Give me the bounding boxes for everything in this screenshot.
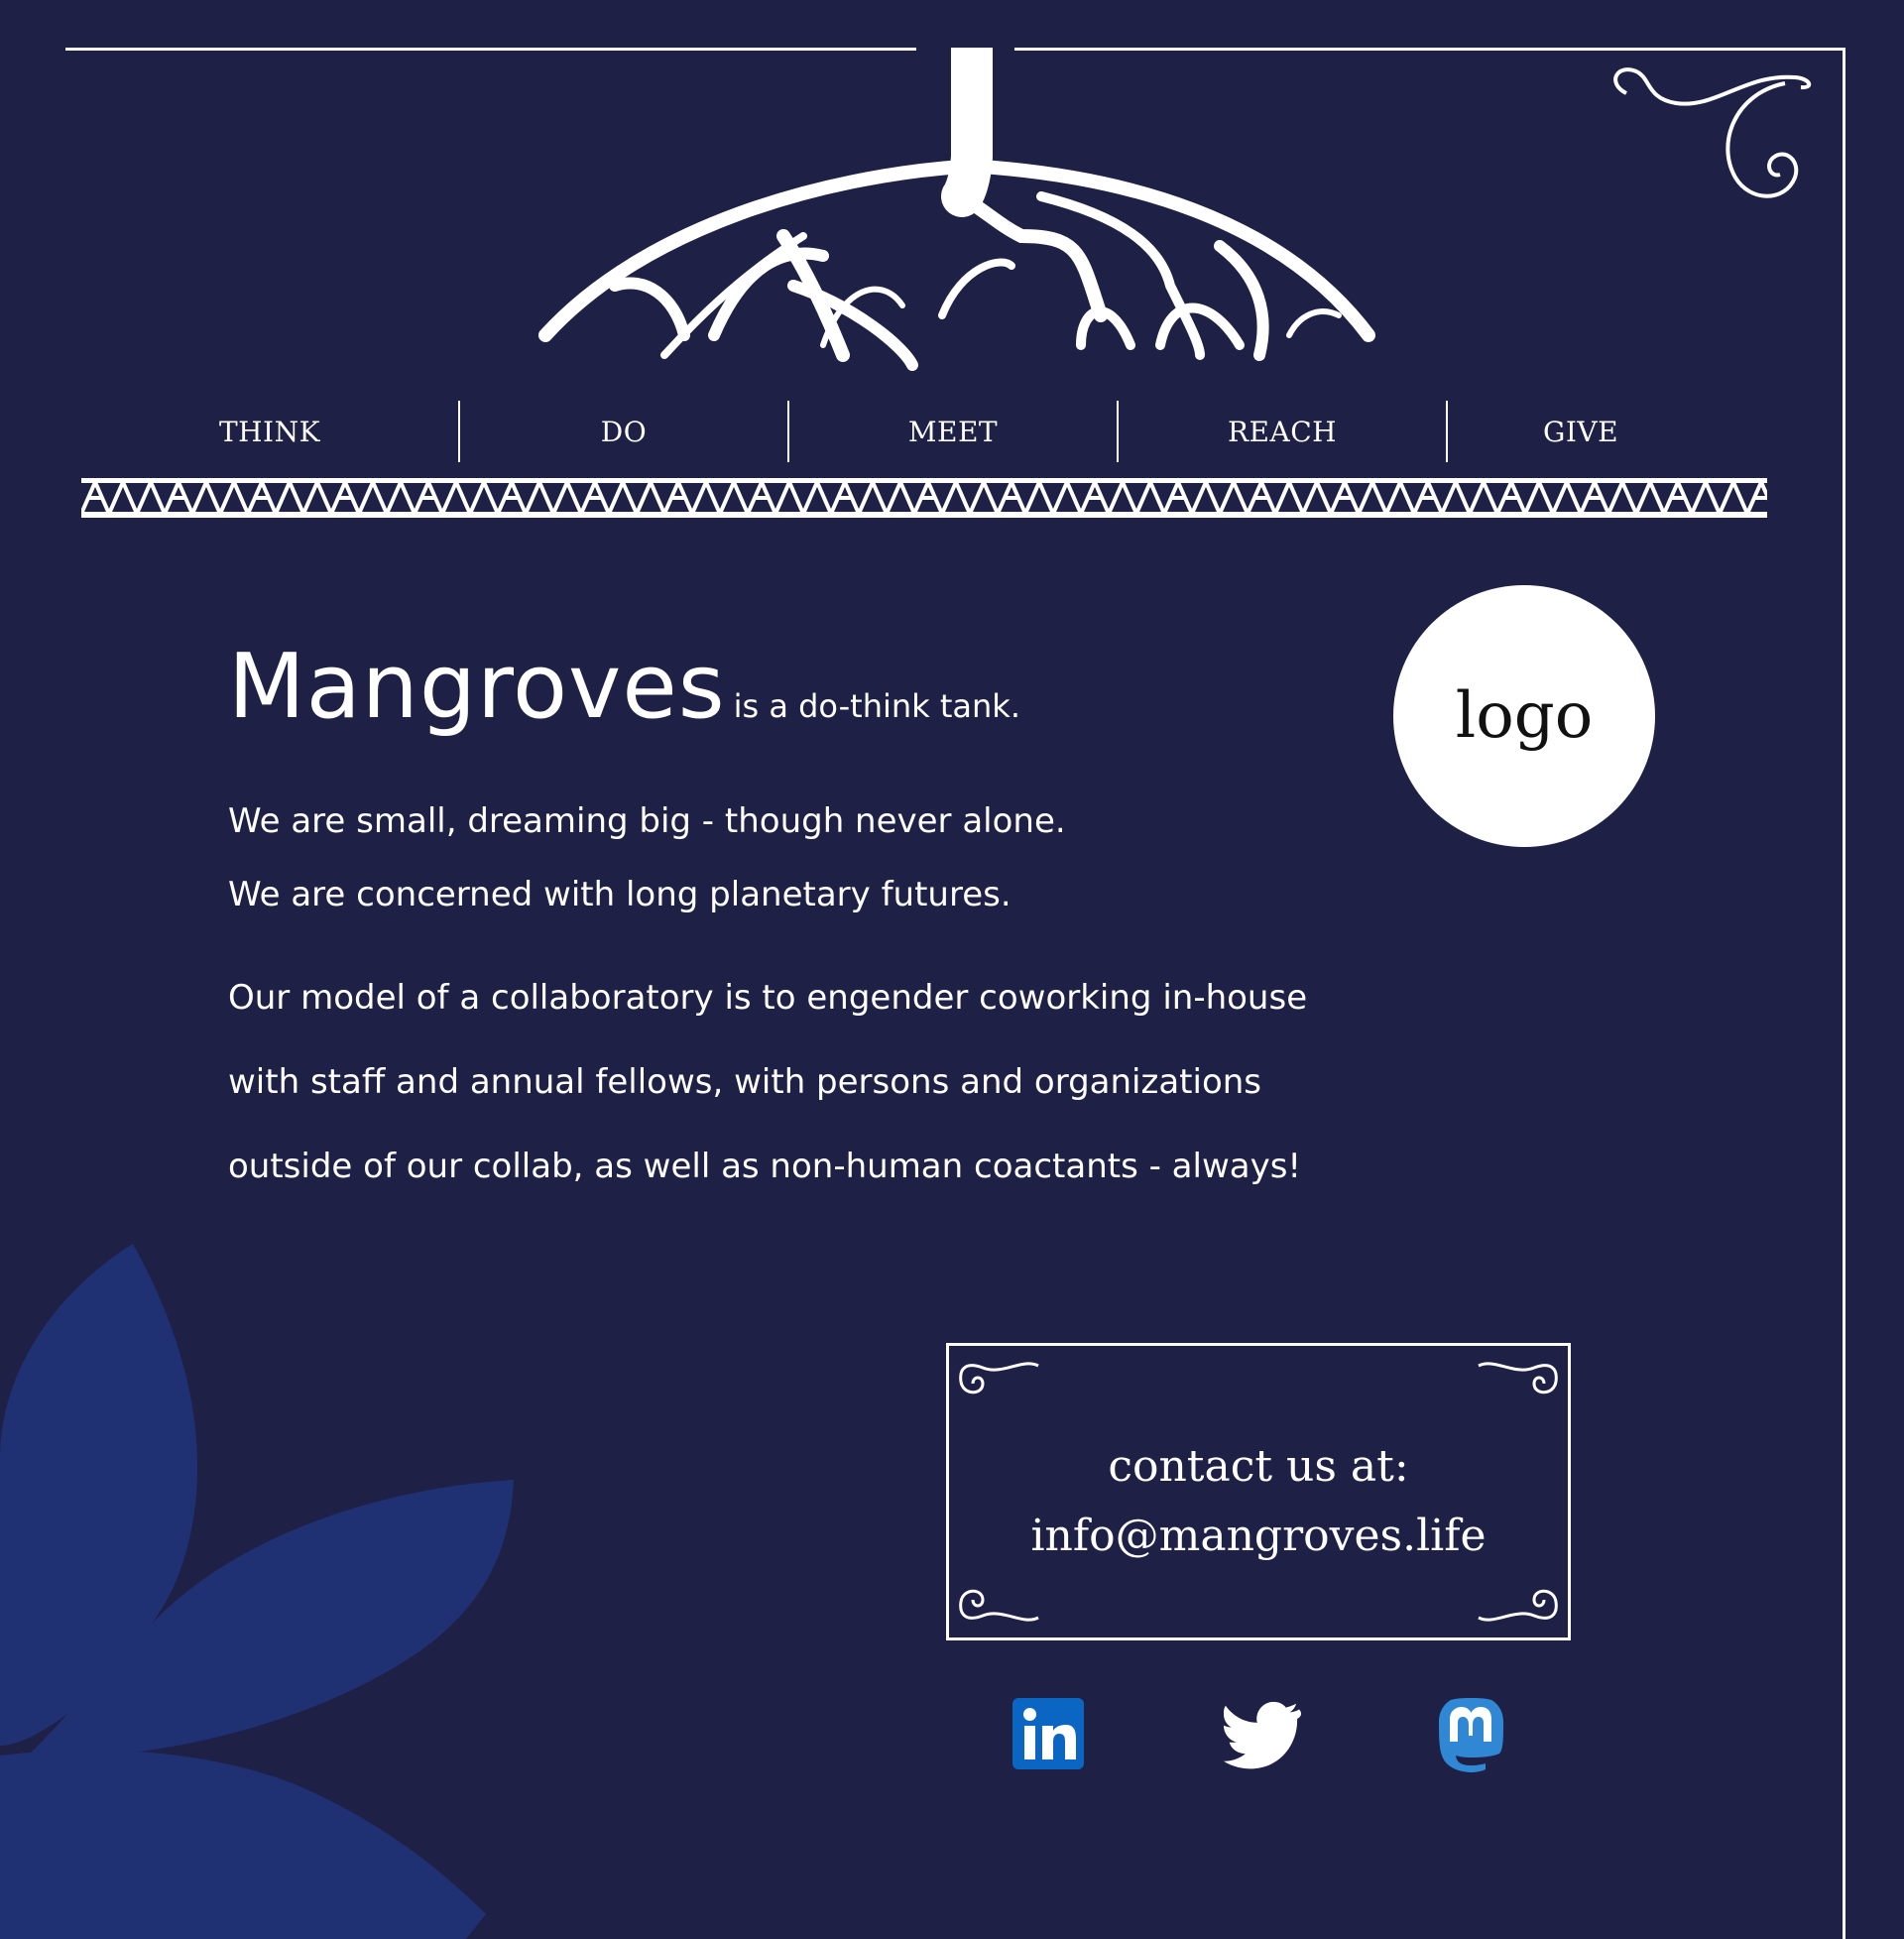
contact-email-link[interactable]: info@mangroves.life — [949, 1511, 1568, 1561]
flourish-top-left-icon — [959, 1362, 1039, 1394]
leaf-decoration-icon — [0, 1244, 514, 1939]
intro-paragraph-line-3: outside of our collab, as well as non-hu… — [228, 1147, 1302, 1186]
nav-item-meet[interactable]: MEET — [789, 397, 1117, 466]
contact-box: contact us at: info@mangroves.life — [946, 1343, 1571, 1640]
nav-item-give[interactable]: GIVE — [1448, 397, 1714, 466]
intro-line-2: We are concerned with long planetary fut… — [228, 875, 1012, 914]
intro-heading: Mangroves is a do-think tank. — [228, 635, 1020, 739]
logo-placeholder: logo — [1393, 585, 1655, 847]
nav-item-think[interactable]: THINK — [81, 397, 458, 466]
twitter-icon[interactable] — [1222, 1698, 1305, 1773]
main-nav: THINK DO MEET REACH GIVE — [81, 397, 1767, 466]
linkedin-icon[interactable] — [1012, 1698, 1088, 1773]
frame-right-line — [1843, 48, 1845, 1939]
corner-flourish-icon — [1613, 67, 1812, 198]
mastodon-icon[interactable] — [1434, 1698, 1509, 1773]
nav-item-reach[interactable]: REACH — [1119, 397, 1446, 466]
flourish-bottom-left-icon — [959, 1589, 1039, 1622]
logo-text: logo — [1455, 679, 1594, 753]
flourish-bottom-right-icon — [1478, 1589, 1558, 1622]
intro-paragraph-line-2: with staff and annual fellows, with pers… — [228, 1062, 1262, 1102]
intro-paragraph-line-1: Our model of a collaboratory is to engen… — [228, 978, 1308, 1018]
mangrove-roots-icon — [538, 48, 1375, 371]
contact-heading: contact us at: — [1108, 1441, 1409, 1492]
intro-line-1: We are small, dreaming big - though neve… — [228, 801, 1066, 841]
brand-name: Mangroves — [228, 635, 726, 739]
roots-pattern-band-icon — [81, 478, 1767, 518]
nav-item-do[interactable]: DO — [460, 397, 787, 466]
flourish-top-right-icon — [1478, 1362, 1558, 1394]
brand-tagline: is a do-think tank. — [733, 687, 1020, 725]
